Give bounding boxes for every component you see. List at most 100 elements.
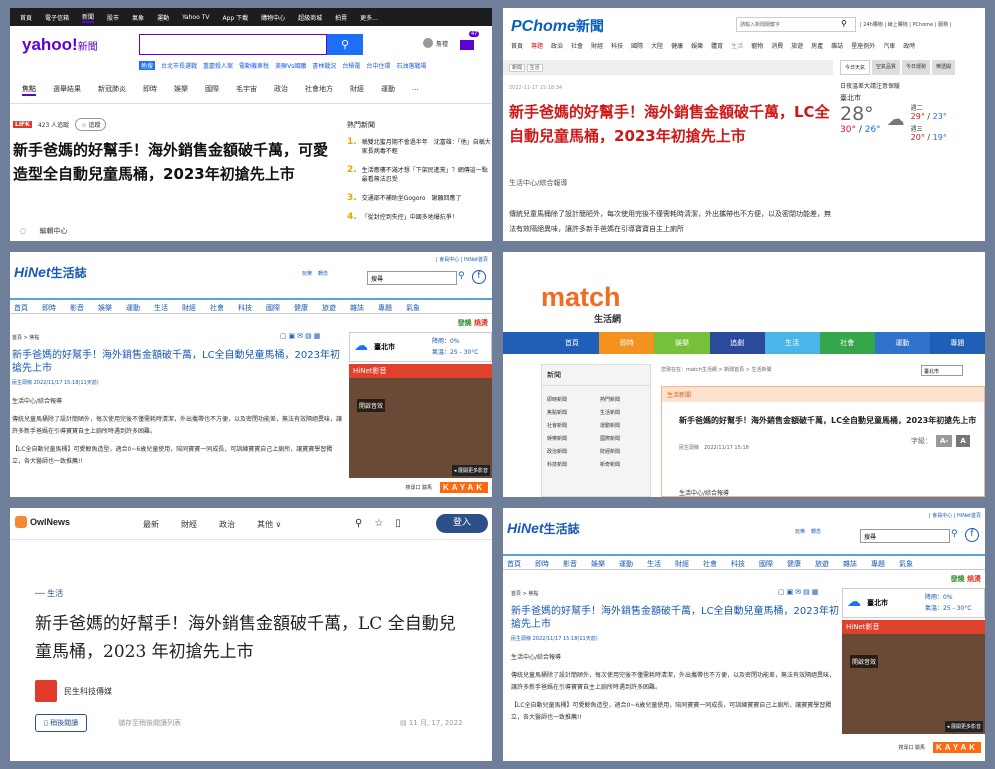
hot-news-item[interactable]: 2. 生活應樓不滿才想「下架民進黨」？網傳這一點最看無法忍受 xyxy=(347,166,492,184)
nav-tab[interactable]: 即時 xyxy=(42,303,56,312)
hot-news-item[interactable]: 4. 「從封控到失控」中國多地爆抗爭！ xyxy=(347,213,492,222)
nav-tab[interactable]: 首頁 xyxy=(507,559,521,568)
nav-tab[interactable]: 雜誌 xyxy=(843,559,857,568)
transfer-link[interactable]: 轉念 xyxy=(811,528,821,535)
topbar-item[interactable]: 首頁 xyxy=(20,13,32,22)
nav-tab[interactable]: 財經 xyxy=(181,519,197,530)
nav-tab[interactable]: 科技 xyxy=(238,303,252,312)
topbar-item[interactable]: 氣象 xyxy=(132,13,144,22)
user-menu[interactable]: 詹禮 xyxy=(423,38,448,48)
breadcrumb[interactable]: 您現在在：match生活網 > 新聞首頁 > 生活新聞 xyxy=(661,366,772,373)
nav-tab[interactable]: 寵物 xyxy=(751,41,763,50)
nav-tab[interactable]: 最新 xyxy=(143,519,159,530)
sidebar-item[interactable]: 國際新聞 xyxy=(600,435,645,442)
nav-tab[interactable]: 體育 xyxy=(711,41,723,50)
nav-tab[interactable]: 新冠肺炎 xyxy=(98,84,126,96)
weather-city[interactable]: 臺北市 xyxy=(374,342,395,352)
search-input[interactable]: 搜尋 xyxy=(860,529,950,543)
city-select[interactable]: 臺北市 xyxy=(921,365,963,376)
topbar-item[interactable]: 股市 xyxy=(107,13,119,22)
nav-tab[interactable]: ... xyxy=(412,84,419,96)
nav-tab[interactable]: 旅遊 xyxy=(791,41,803,50)
nav-tab[interactable]: 即時 xyxy=(535,559,549,568)
quick-link[interactable]: 書林戰況 xyxy=(312,61,336,70)
nav-tab[interactable]: 國際 xyxy=(266,303,280,312)
top-links[interactable]: | 會員中心 | HiNet首頁 xyxy=(929,512,981,519)
more-videos-button[interactable]: ◂ 展開更多影音 xyxy=(451,465,490,476)
font-smaller-button[interactable]: A- xyxy=(936,435,953,447)
nav-tab[interactable]: 科技 xyxy=(731,559,745,568)
nav-tab[interactable]: 汽車 xyxy=(883,41,895,50)
nav-tab[interactable]: 影音 xyxy=(563,559,577,568)
nav-tab[interactable]: 雜誌 xyxy=(831,41,843,50)
nav-tab[interactable]: 社會 xyxy=(819,332,875,354)
nav-tab[interactable]: 追劇 xyxy=(709,332,765,354)
quick-link[interactable]: 台北市長選戰 xyxy=(161,61,197,70)
nav-tab[interactable]: 社會 xyxy=(210,303,224,312)
nav-tab[interactable]: 國際 xyxy=(631,41,643,50)
nav-tab[interactable]: 政治 xyxy=(274,84,288,96)
sidebar-item[interactable]: 新奇新聞 xyxy=(600,461,645,468)
topbar-item[interactable]: 超級商城 xyxy=(298,13,322,22)
unmute-button[interactable]: 開啟音效 xyxy=(357,399,386,412)
nav-tab[interactable]: 運動 xyxy=(619,559,633,568)
quick-link[interactable]: 石油落戰場 xyxy=(396,61,426,70)
unmute-button[interactable]: 開啟音效 xyxy=(850,655,879,668)
tab-weather[interactable]: 今日天氣 xyxy=(840,60,871,75)
fun-link[interactable]: 玩樂 xyxy=(302,270,312,277)
sidebar-item[interactable]: 娛樂新聞 xyxy=(547,435,592,442)
nav-tab[interactable]: 雜誌 xyxy=(350,303,364,312)
hinet-logo[interactable]: HiNet生活誌 xyxy=(507,520,580,537)
video-player[interactable]: HiNet影音 開啟音效 ◂ 展開更多影音 xyxy=(349,364,492,478)
sidebar-item[interactable]: 社會新聞 xyxy=(547,422,592,429)
breadcrumb-item[interactable]: 新聞 xyxy=(509,64,526,72)
nav-tab[interactable]: 科技 xyxy=(611,41,623,50)
nav-tab[interactable]: 首頁 xyxy=(544,332,600,354)
sidebar-item[interactable]: 科技新聞 xyxy=(547,461,592,468)
quick-link[interactable]: 台積電 xyxy=(342,61,360,70)
trend-link[interactable]: 燒燙 xyxy=(474,319,488,327)
share-icons[interactable]: ▢▣✉▤▦ xyxy=(280,332,322,340)
topbar-item[interactable]: 新聞 xyxy=(82,12,95,23)
topbar-item[interactable]: Yahoo TV xyxy=(182,14,209,21)
breadcrumb-item[interactable]: 生活 xyxy=(526,64,543,72)
nav-tab[interactable]: 即時 xyxy=(143,84,157,96)
hinet-logo[interactable]: HiNet生活誌 xyxy=(14,264,87,281)
nav-more-dropdown[interactable]: 其他 ∨ xyxy=(257,519,281,530)
nav-tab[interactable]: 財經 xyxy=(591,41,603,50)
owlnews-logo[interactable]: OwlNews xyxy=(15,516,70,528)
star-icon[interactable]: ☆ xyxy=(374,518,383,529)
nav-tab[interactable]: 生活 xyxy=(154,303,168,312)
quick-link[interactable]: 美聯Vs國鵬 xyxy=(275,61,306,70)
quick-link[interactable]: 台中住環 xyxy=(366,61,390,70)
nav-tab[interactable]: 星座例外 xyxy=(851,41,875,50)
nav-tab[interactable]: 運動 xyxy=(381,84,395,96)
quick-link[interactable]: 電動機車稅 xyxy=(239,61,269,70)
topbar-item[interactable]: 電子信箱 xyxy=(45,13,69,22)
article-category[interactable]: ── 生活 xyxy=(35,588,63,599)
nav-tab[interactable]: 生活 xyxy=(647,559,661,568)
nav-tab[interactable]: 娛樂 xyxy=(691,41,703,50)
pchome-logo[interactable]: PChome新聞 xyxy=(511,16,604,36)
facebook-icon[interactable]: f xyxy=(472,270,486,284)
match-logo[interactable]: match xyxy=(541,282,621,313)
nav-tab[interactable]: 首頁 xyxy=(511,41,523,50)
bookmark-icon[interactable]: ▯ xyxy=(395,518,401,529)
search-icon[interactable]: ⚲ xyxy=(841,19,847,28)
nav-tab[interactable]: 專題 xyxy=(378,303,392,312)
sidebar-item[interactable]: 生活新聞 xyxy=(600,409,645,416)
search-input[interactable] xyxy=(139,34,327,55)
more-videos-button[interactable]: ◂ 展開更多影音 xyxy=(944,721,983,732)
nav-tab[interactable]: 社會 xyxy=(703,559,717,568)
sidebar-item[interactable]: 焦點新聞 xyxy=(547,409,592,416)
nav-tab[interactable]: 財經 xyxy=(350,84,364,96)
search-icon[interactable]: ⚲ xyxy=(458,271,465,281)
nav-tab[interactable]: 健康 xyxy=(671,41,683,50)
search-button[interactable]: ⚲ xyxy=(327,34,363,55)
nav-tab[interactable]: 房產 xyxy=(811,41,823,50)
nav-tab[interactable]: 娛樂 xyxy=(98,303,112,312)
tab-fortune[interactable]: 今日運勢 xyxy=(902,60,931,75)
nav-tab[interactable]: 專題 xyxy=(871,559,885,568)
trend-link[interactable]: 燒燙 xyxy=(967,575,981,583)
nav-tab[interactable]: 旅遊 xyxy=(815,559,829,568)
